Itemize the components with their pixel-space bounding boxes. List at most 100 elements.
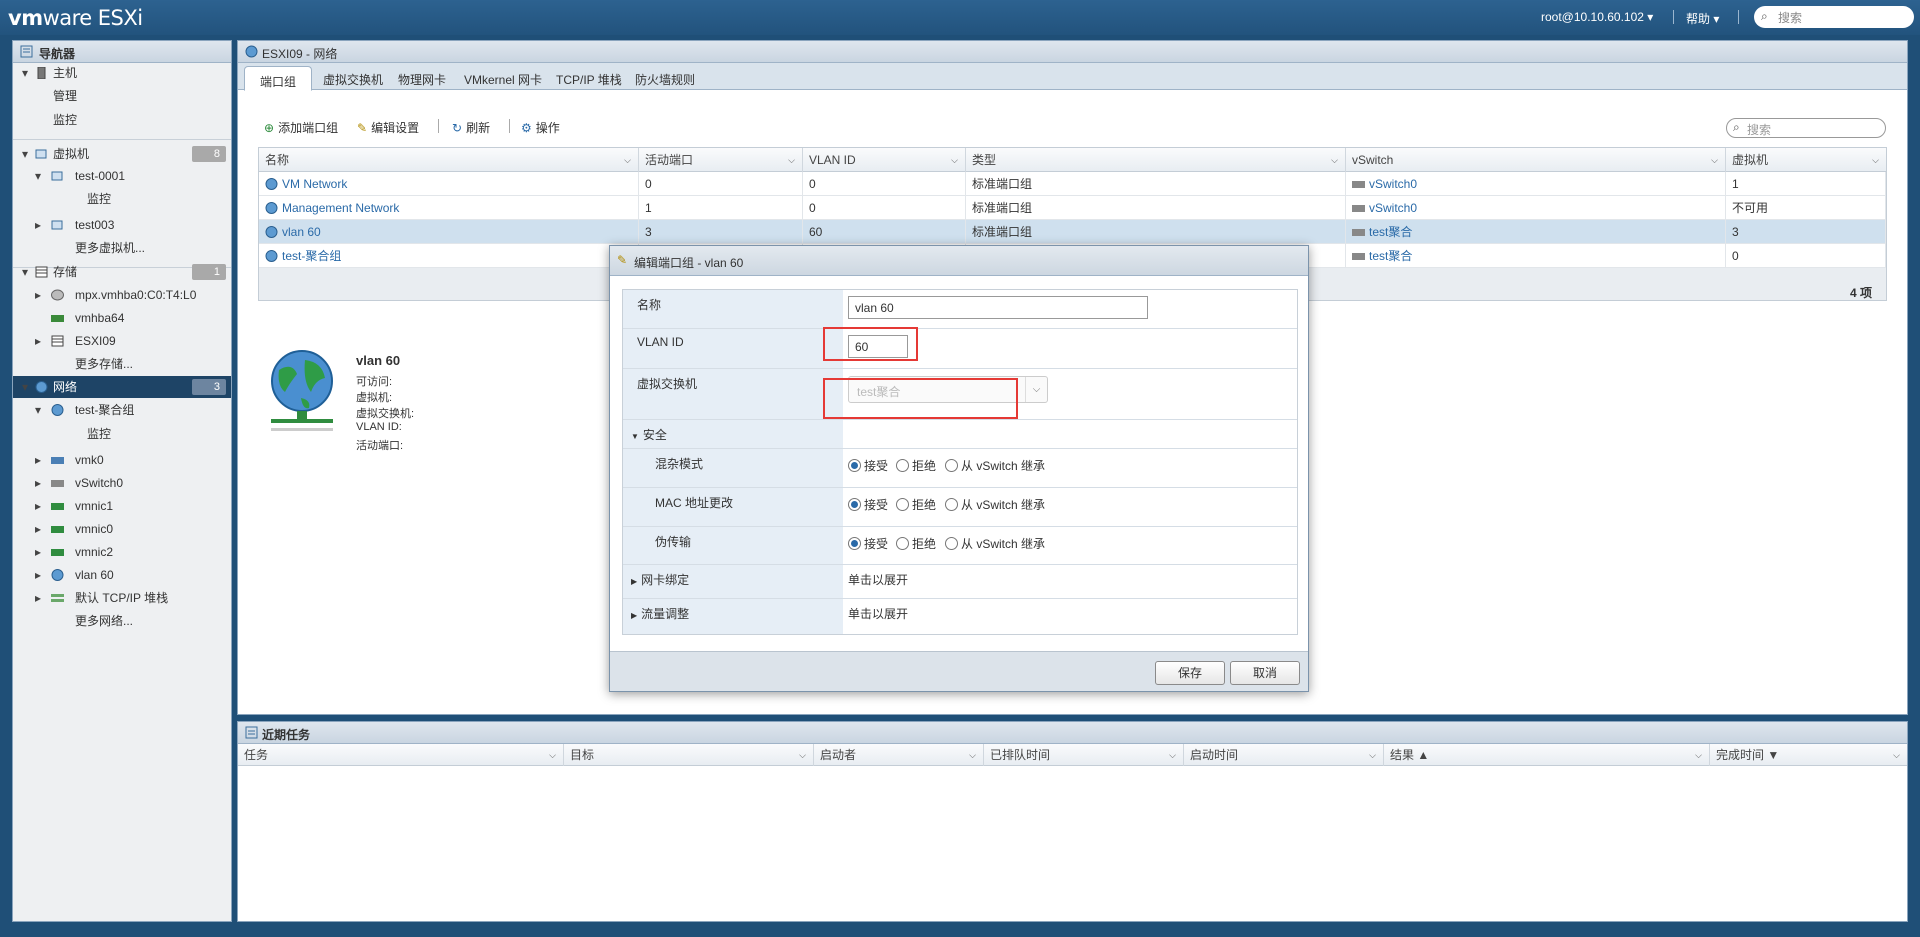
expand-caret-right-icon[interactable]: ▸ — [35, 518, 41, 540]
expand-caret-right-icon[interactable]: ▸ — [35, 284, 41, 306]
vswitch-link[interactable]: test聚合 — [1369, 225, 1412, 239]
chevron-down-icon[interactable]: ⌵ — [549, 744, 556, 766]
expand-caret-right-icon[interactable]: ▸ — [35, 214, 41, 236]
nav-networking[interactable]: ▾ 网络 3 — [13, 376, 231, 398]
expand-caret-right-icon[interactable]: ▸ — [35, 449, 41, 471]
expand-caret-down-icon[interactable]: ▾ — [35, 399, 41, 421]
chevron-down-icon[interactable]: ⌵ — [788, 148, 795, 172]
column-type[interactable]: 类型 ⌵ — [966, 148, 1346, 172]
chevron-down-icon[interactable]: ⌵ — [1893, 744, 1900, 766]
nav-network-monitor[interactable]: 监控 — [13, 423, 231, 445]
chevron-down-icon[interactable]: ⌵ — [1872, 148, 1879, 172]
chevron-down-icon[interactable]: ⌵ — [1331, 148, 1338, 172]
vswitch-link[interactable]: vSwitch0 — [1369, 201, 1417, 215]
expand-caret-down-icon[interactable]: ▾ — [22, 376, 28, 398]
refresh-button[interactable]: ↻ 刷新 — [452, 119, 490, 136]
promiscuous-reject-radio[interactable]: 拒绝 — [896, 457, 936, 474]
help-menu[interactable]: 帮助 ▾ — [1686, 10, 1719, 27]
port-group-search-input[interactable]: ⌕ 搜索 — [1726, 118, 1886, 138]
mac-reject-radio[interactable]: 拒绝 — [896, 496, 936, 513]
nav-more-networks[interactable]: 更多网络... — [13, 610, 231, 632]
nav-vm-monitor[interactable]: 监控 — [13, 188, 231, 210]
nav-storage[interactable]: ▾ 存储 1 — [13, 261, 231, 283]
promiscuous-inherit-radio[interactable]: 从 vSwitch 继承 — [945, 457, 1045, 474]
nav-host[interactable]: ▾ 主机 — [13, 62, 231, 84]
forged-accept-radio[interactable]: 接受 — [848, 535, 888, 552]
expand-caret-down-icon[interactable]: ▾ — [35, 165, 41, 187]
security-section-toggle[interactable]: ▼ 安全 — [623, 420, 843, 449]
table-row[interactable]: Management Network 1 0 标准端口组 vSwitch0 不可用 — [259, 196, 1886, 220]
nav-vswitch0[interactable]: ▸ vSwitch0 — [13, 472, 231, 494]
column-result[interactable]: 结果 ▲ ⌵ — [1384, 744, 1710, 766]
forged-inherit-radio[interactable]: 从 vSwitch 继承 — [945, 535, 1045, 552]
chevron-down-icon[interactable]: ⌵ — [969, 744, 976, 766]
expand-caret-right-icon[interactable]: ▸ — [35, 472, 41, 494]
table-row[interactable]: vlan 60 3 60 标准端口组 test聚合 3 — [259, 220, 1886, 244]
nav-vm-test003[interactable]: ▸ test003 — [13, 214, 231, 236]
chevron-down-icon[interactable]: ⌵ — [624, 148, 631, 172]
nav-monitor[interactable]: 监控 — [13, 109, 231, 131]
column-queued-time[interactable]: 已排队时间 ⌵ — [984, 744, 1184, 766]
column-target[interactable]: 目标 ⌵ — [564, 744, 814, 766]
nav-storage-mpx[interactable]: ▸ mpx.vmhba0:C0:T4:L0 — [13, 284, 231, 306]
vswitch-link[interactable]: vSwitch0 — [1369, 177, 1417, 191]
mac-accept-radio[interactable]: 接受 — [848, 496, 888, 513]
cancel-button[interactable]: 取消 — [1230, 661, 1300, 685]
column-active-ports[interactable]: 活动端口 ⌵ — [639, 148, 803, 172]
chevron-down-icon[interactable]: ⌵ — [1695, 744, 1702, 766]
column-completion-time[interactable]: 完成时间 ▼ ⌵ — [1710, 744, 1907, 766]
user-menu[interactable]: root@10.10.60.102 ▾ — [1541, 10, 1653, 24]
nav-storage-vmhba64[interactable]: vmhba64 — [13, 307, 231, 329]
nav-virtual-machines[interactable]: ▾ 虚拟机 8 — [13, 143, 231, 165]
promiscuous-accept-radio[interactable]: 接受 — [848, 457, 888, 474]
column-vlan-id[interactable]: VLAN ID ⌵ — [803, 148, 966, 172]
expand-caret-right-icon[interactable]: ▸ — [35, 587, 41, 609]
expand-caret-right-icon[interactable]: ▸ — [35, 330, 41, 352]
chevron-down-icon[interactable]: ⌵ — [799, 744, 806, 766]
nav-vlan60[interactable]: ▸ vlan 60 — [13, 564, 231, 586]
global-search-input[interactable]: ⌕ 搜索 — [1754, 6, 1914, 28]
nav-network-test-group[interactable]: ▾ test-聚合组 — [13, 399, 231, 421]
traffic-shaping-toggle[interactable]: ▶ 流量调整 — [623, 599, 843, 634]
port-group-name-link[interactable]: test-聚合组 — [282, 249, 341, 263]
chevron-down-icon[interactable]: ⌵ — [1169, 744, 1176, 766]
name-field[interactable]: vlan 60 — [848, 296, 1148, 319]
expand-caret-right-icon[interactable]: ▸ — [35, 541, 41, 563]
port-group-name-link[interactable]: vlan 60 — [282, 225, 321, 239]
column-vms[interactable]: 虚拟机 ⌵ — [1726, 148, 1886, 172]
tab-firewall-rules[interactable]: 防火墙规则 — [620, 69, 710, 90]
nic-teaming-expand[interactable]: 单击以展开 — [843, 565, 1297, 599]
table-row[interactable]: VM Network 0 0 标准端口组 vSwitch0 1 — [259, 172, 1886, 196]
port-group-name-link[interactable]: Management Network — [282, 201, 399, 215]
expand-caret-down-icon[interactable]: ▾ — [22, 143, 28, 165]
chevron-down-icon[interactable]: ⌵ — [1711, 148, 1718, 172]
nav-default-tcpip-stack[interactable]: ▸ 默认 TCP/IP 堆栈 — [13, 587, 231, 609]
vswitch-link[interactable]: test聚合 — [1369, 249, 1412, 263]
nav-vmnic0[interactable]: ▸ vmnic0 — [13, 518, 231, 540]
expand-caret-right-icon[interactable]: ▸ — [35, 495, 41, 517]
column-vswitch[interactable]: vSwitch ⌵ — [1346, 148, 1726, 172]
actions-button[interactable]: ⚙ 操作 — [521, 119, 560, 136]
chevron-down-icon[interactable]: ⌵ — [951, 148, 958, 172]
tab-port-groups[interactable]: 端口组 — [244, 66, 313, 91]
expand-caret-right-icon[interactable]: ▸ — [35, 564, 41, 586]
nav-vmnic1[interactable]: ▸ vmnic1 — [13, 495, 231, 517]
chevron-down-icon[interactable]: ⌵ — [1369, 744, 1376, 766]
nav-vmk0[interactable]: ▸ vmk0 — [13, 449, 231, 471]
save-button[interactable]: 保存 — [1155, 661, 1225, 685]
nic-teaming-toggle[interactable]: ▶ 网卡绑定 — [623, 565, 843, 599]
mac-inherit-radio[interactable]: 从 vSwitch 继承 — [945, 496, 1045, 513]
column-start-time[interactable]: 启动时间 ⌵ — [1184, 744, 1384, 766]
traffic-shaping-expand[interactable]: 单击以展开 — [843, 599, 1297, 634]
port-group-name-link[interactable]: VM Network — [282, 177, 347, 191]
nav-storage-esxi09[interactable]: ▸ ESXI09 — [13, 330, 231, 352]
column-task[interactable]: 任务 ⌵ — [238, 744, 564, 766]
nav-vmnic2[interactable]: ▸ vmnic2 — [13, 541, 231, 563]
nav-vm-test-0001[interactable]: ▾ test-0001 — [13, 165, 231, 187]
forged-reject-radio[interactable]: 拒绝 — [896, 535, 936, 552]
edit-settings-button[interactable]: ✎ 编辑设置 — [357, 119, 419, 136]
add-port-group-button[interactable]: ⊕ 添加端口组 — [264, 119, 338, 136]
expand-caret-down-icon[interactable]: ▾ — [22, 62, 28, 84]
nav-manage[interactable]: 管理 — [13, 85, 231, 107]
nav-more-vms[interactable]: 更多虚拟机... — [13, 237, 231, 259]
